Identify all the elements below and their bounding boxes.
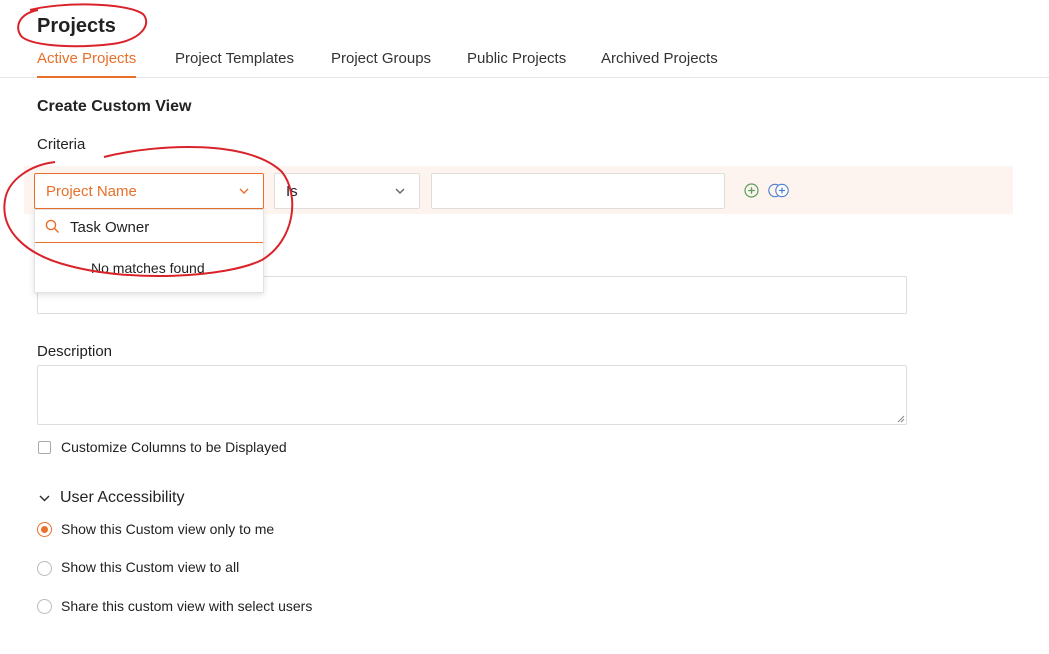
resize-grip-icon[interactable] [897,415,905,423]
radio-label-select-users[interactable]: Share this custom view with select users [61,598,312,614]
customize-columns-label[interactable]: Customize Columns to be Displayed [61,439,287,455]
tab-active-projects[interactable]: Active Projects [37,50,137,78]
criteria-operator-value: Is [286,183,298,200]
criteria-operator-select[interactable]: Is [274,173,420,209]
chevron-down-icon [239,188,249,194]
criteria-value-input[interactable] [431,173,725,209]
dropdown-search-box [35,210,263,243]
description-textarea[interactable] [37,365,907,425]
chevron-down-icon[interactable] [38,492,51,505]
radio-label-only-me[interactable]: Show this Custom view only to me [61,521,274,537]
radio-only-me[interactable] [37,522,52,537]
search-icon [45,219,60,234]
tab-project-templates[interactable]: Project Templates [175,50,294,78]
add-circle-icon[interactable] [744,183,759,198]
radio-all[interactable] [37,561,52,576]
dropdown-search-input[interactable] [70,216,255,238]
add-group-icon[interactable] [768,183,790,198]
criteria-field-value: Project Name [46,183,137,200]
tab-project-groups[interactable]: Project Groups [331,50,431,78]
customize-columns-checkbox[interactable] [38,441,51,454]
radio-label-all[interactable]: Show this Custom view to all [61,559,239,575]
criteria-label: Criteria [37,136,86,153]
chevron-down-icon [395,188,405,194]
field-dropdown-menu: No matches found [34,209,264,293]
no-matches-message: No matches found [91,260,205,276]
tab-archived-projects[interactable]: Archived Projects [601,50,718,78]
project-tabs: Active Projects Project Templates Projec… [0,46,1049,78]
user-accessibility-toggle[interactable]: User Accessibility [60,489,184,507]
page-title: Projects [37,15,116,37]
radio-select-users[interactable] [37,599,52,614]
description-label: Description [37,343,113,360]
criteria-field-select[interactable]: Project Name [34,173,264,209]
section-title: Create Custom View [37,98,192,115]
tab-public-projects[interactable]: Public Projects [467,50,566,78]
